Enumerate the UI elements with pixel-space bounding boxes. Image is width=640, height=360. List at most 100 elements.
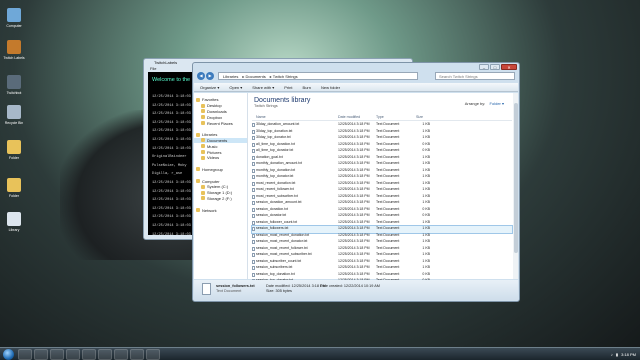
arrange-value[interactable]: Folder ▾ [490,101,504,106]
file-type: Text Document [376,252,400,256]
details-file-name: session_followers.txt [216,284,255,288]
file-type: Text Document [376,135,400,139]
taskbar-app-7[interactable] [114,348,128,360]
text-file-icon [252,272,255,277]
column-date-modified[interactable]: Date modified [338,115,360,119]
file-type: Text Document [376,141,400,146]
open-button[interactable]: Open ▾ [229,85,242,90]
desktop-icon[interactable]: Twitchbot [2,75,26,95]
file-date: 12/25/2014 3:18 PM [338,271,370,276]
folder-icon [196,167,200,172]
text-file-icon [252,175,255,179]
column-name[interactable]: Name [256,115,266,119]
taskbar-app-6[interactable] [98,348,112,360]
back-icon[interactable]: ◀ [197,72,205,80]
text-file-icon [252,149,255,153]
file-type: Text Document [376,180,400,185]
file-type: Text Document [376,265,400,269]
file-type: Text Document [376,128,400,133]
taskbar-app-8[interactable] [130,348,144,360]
file-date: 12/25/2014 3:18 PM [338,213,370,217]
folder-icon [201,190,205,195]
nav-item-label: Libraries [202,132,218,138]
file-size: 1 KB [422,174,430,178]
nav-item-label: Storage 1 (D:) [207,190,233,196]
explorer-window[interactable]: – □ ✕ ◀ ▶ Libraries ▸ Documents ▸ Twitch S… [192,62,520,302]
text-file-icon [252,168,255,173]
share-with-button[interactable]: Share with ▾ [252,85,274,90]
desktop-icon[interactable]: Recycle Bin [2,105,26,125]
text-file-icon [252,194,255,199]
desktop-icon-image [7,40,21,54]
text-file-icon [252,136,255,140]
desktop-icon[interactable]: Folder [2,140,26,160]
nav-item-label: Documents [207,137,228,143]
text-file-icon [252,123,255,127]
file-size: 1 KB [422,239,430,243]
file-date: 12/25/2014 3:18 PM [338,232,370,237]
explorer-content: Favorites Desktop Downloads Dropbox Recent P… [194,93,518,290]
taskbar-app-4[interactable] [66,348,80,360]
organize-button[interactable]: Organize ▾ [200,85,219,90]
file-name: session_subscribers.txt [256,265,293,269]
file-type: Text Document [376,258,400,263]
desktop-icon[interactable]: Twitch Labels [2,40,26,60]
file-date: 12/25/2014 3:18 PM [338,239,370,243]
address-bar[interactable]: Libraries ▸ Documents ▸ Twitch Strings [218,72,418,80]
print-button[interactable]: Print [284,85,292,90]
file-type: Text Document [376,226,400,230]
desktop-icon-image [7,105,21,119]
scrollbar-thumb[interactable] [513,103,518,253]
burn-button[interactable]: Burn [303,85,311,90]
minimize-button[interactable]: – [479,64,489,70]
desktop-icon[interactable]: Folder [2,178,26,198]
new-folder-button[interactable]: New folder [321,85,340,90]
file-name: all_time_top_donation.txt [256,141,295,146]
clock[interactable]: 3:18 PM [621,352,636,357]
taskbar-app-5[interactable] [82,348,96,360]
file-name: session_most_recent_subscriber.txt [256,252,312,256]
start-button[interactable] [3,348,14,360]
file-size: 1 KB [422,167,430,172]
maximize-button[interactable]: □ [490,64,500,70]
file-name: 30day_top_donator.txt [256,135,291,139]
file-name: monthly_top_donator.txt [256,174,294,178]
taskbar-app-2[interactable] [34,348,48,360]
desktop-icon[interactable]: Library [2,212,26,232]
volume-icon[interactable]: ♪ [611,352,613,357]
file-name: session_followers.txt [256,226,289,230]
desktop-icon[interactable]: Computer [2,8,26,28]
network-icon[interactable]: ▮ [616,352,618,357]
nav-item-label: Homegroup [202,166,223,172]
search-input[interactable]: Search Twitch Strings [435,72,515,80]
file-size: 0 KB [422,213,430,217]
file-date: 12/25/2014 3:18 PM [338,252,370,256]
file-size: 1 KB [422,187,430,191]
desktop-icon-image [7,178,21,192]
nav-item[interactable]: Network [194,207,247,213]
column-type[interactable]: Type [376,115,384,119]
desktop-icon-label: Folder [9,156,19,160]
breadcrumb-twitch-strings[interactable]: Twitch Strings [273,74,298,79]
folder-icon [201,138,205,143]
close-button[interactable]: ✕ [501,64,517,70]
file-date: 12/25/2014 3:18 PM [338,265,370,269]
file-type: Text Document [376,167,400,172]
window-controls: – □ ✕ [478,64,517,70]
taskbar-app-9[interactable] [146,348,160,360]
forward-icon[interactable]: ▶ [206,72,214,80]
file-name: session_donation_amount.txt [256,200,302,204]
column-size[interactable]: Size [416,115,430,119]
file-type: Text Document [376,122,400,126]
arrange-by[interactable]: Arrange by: Folder ▾ [465,101,504,106]
text-file-icon [252,142,255,147]
vertical-scrollbar[interactable] [513,93,518,279]
breadcrumb-libraries[interactable]: Libraries [223,74,238,79]
file-date: 12/25/2014 3:18 PM [338,245,370,250]
taskbar-app-3[interactable] [50,348,64,360]
folder-icon [196,97,200,102]
breadcrumb-documents[interactable]: Documents [245,74,265,79]
taskbar-app-1[interactable] [18,348,32,360]
file-size: 0 KB [422,271,430,276]
taskbar: ♪ ▮ 3:18 PM [0,347,640,360]
